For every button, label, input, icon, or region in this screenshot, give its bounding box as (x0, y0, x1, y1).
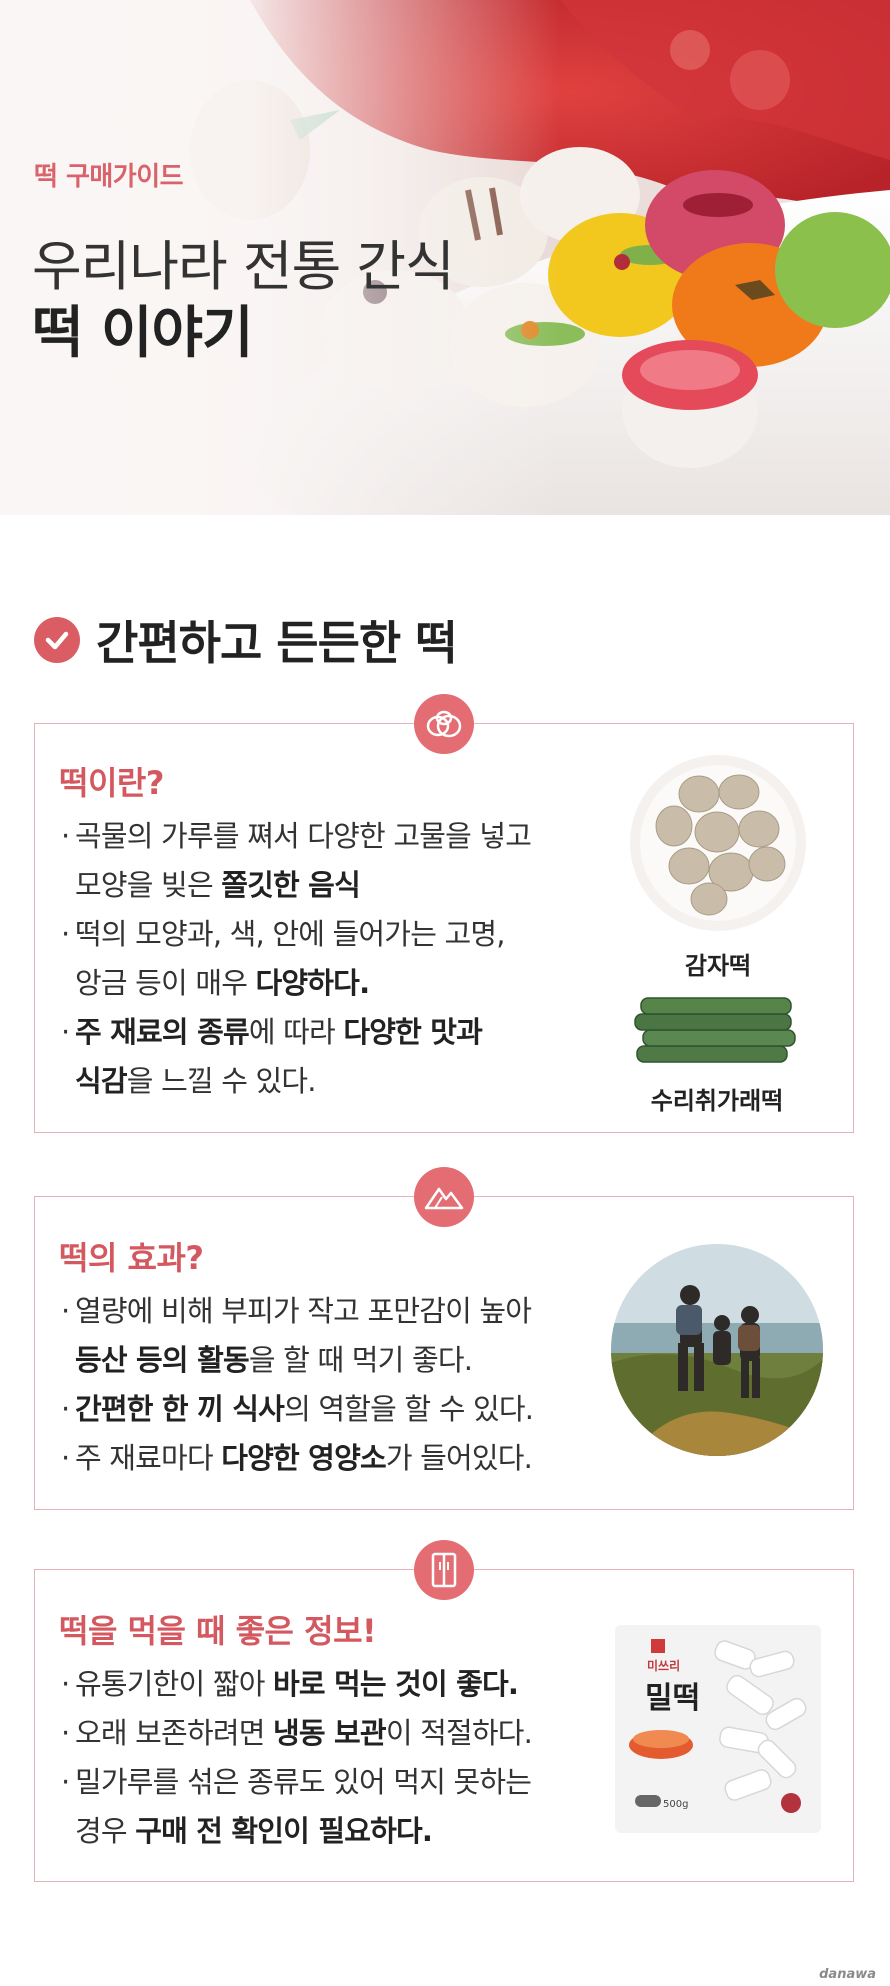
emphasis-text: 냉동 보관 (273, 1716, 387, 1750)
emphasis-text: 등산 등의 활동 (75, 1343, 250, 1377)
card-line: · 오래 보존하려면 냉동 보관이 적절하다. (59, 1709, 533, 1758)
card-line: · 간편한 한 끼 식사의 역할을 할 수 있다. (59, 1385, 534, 1434)
potato-rice-cake-image (630, 755, 806, 931)
hikers-image (611, 1244, 823, 1456)
milttteok-package-image: 미쓰리 밀떡 500g (615, 1625, 821, 1833)
card-line: 경우 구매 전 확인이 필요하다. (59, 1807, 532, 1856)
bullet-dot: · (61, 1765, 70, 1799)
body-text: 가 들어있다. (385, 1441, 533, 1475)
card-line: · 유통기한이 짧아 바로 먹는 것이 좋다. (59, 1660, 532, 1709)
emphasis-text: 간편한 한 끼 식사 (75, 1392, 285, 1426)
package-name: 밀떡 (645, 1681, 701, 1716)
check-icon (34, 617, 80, 663)
body-text: 유통기한이 짧아 (75, 1667, 273, 1701)
body-text: 에 따라 (248, 1015, 344, 1049)
emphasis-text: 식감 (75, 1064, 128, 1098)
rice-sticks-icon (629, 1640, 807, 1813)
body-text: 곡물의 가루를 쪄서 다양한 고물을 넣고 (75, 819, 532, 853)
bullet-dot: · (61, 1015, 70, 1049)
hero-kicker: 떡 구매가이드 (34, 162, 184, 192)
bullet-dot: · (61, 1667, 70, 1701)
body-text: 경우 (75, 1814, 136, 1848)
card-line: 모양을 빚은 쫄깃한 음식 (59, 861, 531, 910)
info-card-tips: 떡을 먹을 때 좋은 정보! · 유통기한이 짧아 바로 먹는 것이 좋다. · 오래… (34, 1540, 854, 1882)
bullet-dot: · (61, 1392, 70, 1426)
card-line: · 주 재료마다 다양한 영양소가 들어있다. (59, 1434, 533, 1483)
body-text: 이 적절하다. (385, 1716, 533, 1750)
body-text: 주 재료마다 (75, 1441, 222, 1475)
card-lines: · 열량에 비해 부피가 작고 포만감이 높아 등산 등의 활동을 할 때 먹기 좋… (59, 1287, 534, 1483)
card-title: 떡을 먹을 때 좋은 정보! (59, 1612, 377, 1650)
card-title: 떡이란? (59, 764, 164, 802)
card-line: · 주 재료의 종류에 따라 다양한 맛과 (59, 1008, 531, 1057)
info-card-what-is-tteok: 떡이란? · 곡물의 가루를 쪄서 다양한 고물을 넣고 모양을 빚은 쫄깃한 음식… (34, 694, 854, 1133)
bullet-dot: · (61, 917, 70, 951)
package-brand: 미쓰리 (647, 1659, 681, 1673)
bullet-dot: · (61, 1441, 70, 1475)
emphasis-text: 구매 전 확인이 필요하다. (135, 1814, 433, 1848)
body-text: 오래 보존하려면 (75, 1716, 273, 1750)
info-card-effects: 떡의 효과? · 열량에 비해 부피가 작고 포만감이 높아 등산 등의 활동을 할… (34, 1167, 854, 1510)
potato-rice-cake-caption: 감자떡 (684, 952, 752, 980)
card-line: 앙금 등이 매우 다양하다. (59, 959, 531, 1008)
emphasis-text: 쫄깃한 음식 (221, 868, 361, 902)
card-line: · 열량에 비해 부피가 작고 포만감이 높아 (59, 1287, 533, 1336)
card-line: · 떡의 모양과, 색, 안에 들어가는 고명, (59, 910, 531, 959)
body-text: 열량에 비해 부피가 작고 포만감이 높아 (75, 1294, 532, 1328)
emphasis-text: 다양하다. (255, 966, 371, 1000)
emphasis-text: 바로 먹는 것이 좋다. (273, 1667, 519, 1701)
refrigerator-icon (414, 1540, 474, 1600)
body-text: 을 할 때 먹기 좋다. (248, 1343, 473, 1377)
emphasis-text: 다양한 영양소 (221, 1441, 386, 1475)
emphasis-text: 주 재료의 종류 (75, 1015, 250, 1049)
card-line: 식감을 느낄 수 있다. (59, 1057, 531, 1106)
card-line: 등산 등의 활동을 할 때 먹기 좋다. (59, 1336, 533, 1385)
package-weight: 500g (663, 1799, 689, 1810)
surichwi-garaetteok-image (634, 997, 796, 1063)
bullet-dot: · (61, 1294, 70, 1328)
body-text: 떡의 모양과, 색, 안에 들어가는 고명, (75, 917, 505, 951)
section-heading: 간편하고 든든한 떡 (34, 612, 458, 670)
hero-title-line2: 떡 이야기 (32, 301, 254, 366)
card-title: 떡의 효과? (59, 1239, 204, 1277)
body-text: 의 역할을 할 수 있다. (284, 1392, 534, 1426)
hero-banner: 떡 구매가이드 우리나라 전통 간식 떡 이야기 (0, 0, 890, 515)
body-text: 모양을 빚은 (75, 868, 222, 902)
card-lines: · 유통기한이 짧아 바로 먹는 것이 좋다. · 오래 보존하려면 냉동 보관이 적… (59, 1660, 533, 1856)
body-text: 을 느낄 수 있다. (126, 1064, 317, 1098)
mountain-icon (414, 1167, 474, 1227)
section-title: 간편하고 든든한 떡 (96, 616, 458, 670)
body-text: 앙금 등이 매우 (75, 966, 256, 1000)
danawa-watermark: danawa (819, 1967, 876, 1982)
emphasis-text: 다양한 맛과 (343, 1015, 483, 1049)
card-line: · 곡물의 가루를 쪄서 다양한 고물을 넣고 (59, 812, 532, 861)
body-text: 밀가루를 섞은 종류도 있어 먹지 못하는 (75, 1765, 532, 1799)
bullet-dot: · (61, 1716, 70, 1750)
rice-cake-icon (414, 694, 474, 754)
card-lines: · 곡물의 가루를 쪄서 다양한 고물을 넣고 모양을 빚은 쫄깃한 음식 · 떡의 모… (59, 812, 532, 1106)
brand-logo (651, 1639, 665, 1653)
surichwi-garaetteok-caption: 수리취가래떡 (650, 1087, 784, 1115)
bullet-dot: · (61, 819, 70, 853)
card-line: · 밀가루를 섞은 종류도 있어 먹지 못하는 (59, 1758, 532, 1807)
